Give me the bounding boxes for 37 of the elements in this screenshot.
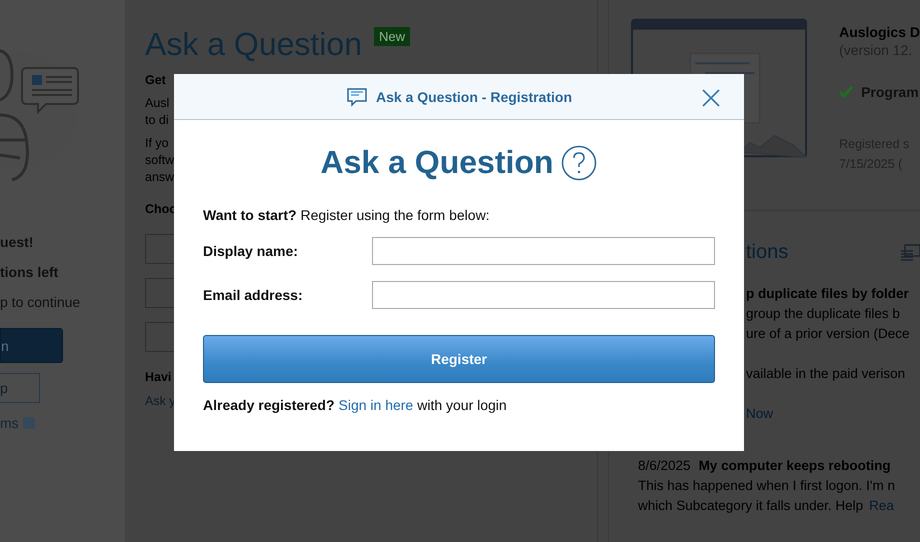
list-icon xyxy=(900,242,920,262)
dialog-title: Ask a Question - Registration xyxy=(376,88,572,104)
paragraph: Ausl to di xyxy=(145,95,170,129)
secondary-button[interactable]: p xyxy=(0,373,40,403)
read-more-link[interactable]: Rea xyxy=(869,498,894,513)
question-text: This has happened when I first logon. I'm n which Subcategory it falls under. Help Rea xyxy=(638,477,896,515)
text-input[interactable] xyxy=(372,237,715,265)
terms-link[interactable]: ms xyxy=(0,415,19,431)
product-name: Auslogics D xyxy=(839,24,920,40)
footer-text: with your login xyxy=(417,397,507,413)
having-label: Havi xyxy=(145,370,172,384)
section-heading: Get xyxy=(145,73,166,87)
field-label: Email address: xyxy=(203,287,304,303)
sidebar-text: p to continue xyxy=(0,294,82,310)
new-badge: New xyxy=(374,27,410,46)
question-title[interactable]: My computer keeps rebooting xyxy=(698,458,891,473)
register-button[interactable]: Register xyxy=(203,335,715,383)
sidebar-text: uest! xyxy=(0,234,34,250)
question-chat-icon xyxy=(346,86,368,106)
sign-in-link[interactable]: Sign in here xyxy=(338,397,414,413)
sidebar-text: tions left xyxy=(0,264,60,280)
question-title[interactable]: p duplicate files by folder xyxy=(746,286,909,301)
close-button[interactable] xyxy=(700,87,722,109)
questions-title: tions xyxy=(746,241,788,264)
dialog-heading: Ask a Question xyxy=(320,144,554,181)
question-text: group the duplicate files b ure of a prior version (Dece xyxy=(746,305,911,343)
buy-now-link[interactable]: Now xyxy=(746,406,774,421)
question-date: 8/6/2025 xyxy=(638,458,691,473)
intro-text: Want to start? Register using the form below: xyxy=(203,207,491,223)
paragraph: If yo softw answ xyxy=(145,135,174,186)
primary-button[interactable]: n xyxy=(0,328,63,363)
checkmark-icon xyxy=(839,86,854,98)
text-input[interactable] xyxy=(372,281,715,309)
help-icon[interactable] xyxy=(561,144,598,180)
question-text: vailable in the paid verison xyxy=(746,365,906,383)
field-label: Display name: xyxy=(203,243,299,259)
footer-text: Already registered? xyxy=(203,397,334,413)
